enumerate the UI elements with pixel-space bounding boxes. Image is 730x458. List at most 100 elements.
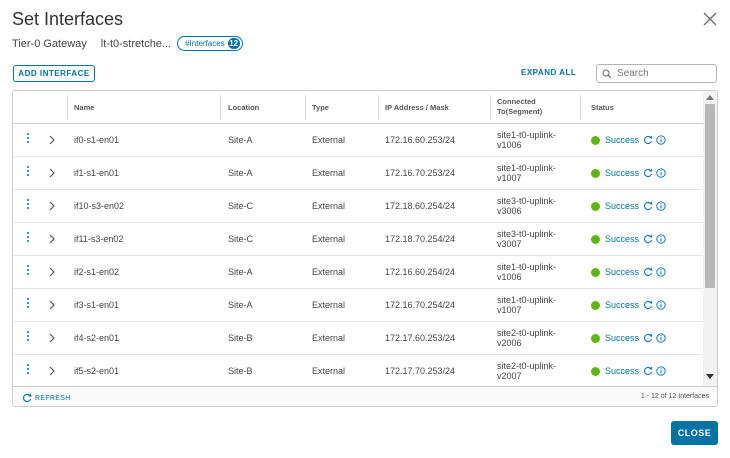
- cell-location: Site-C: [228, 234, 254, 244]
- column-header-name[interactable]: Name: [74, 91, 94, 123]
- close-button[interactable]: CLOSE: [671, 421, 718, 445]
- refresh-button[interactable]: REFRESH: [22, 393, 71, 403]
- row-actions-kebab-icon[interactable]: [25, 364, 31, 378]
- table-row: if0-s1-en01 Site-A External 172.16.60.25…: [13, 124, 703, 157]
- row-actions-kebab-icon[interactable]: [25, 133, 31, 147]
- refresh-status-icon[interactable]: [643, 135, 653, 145]
- expand-all-link[interactable]: EXPAND ALL: [521, 68, 576, 77]
- scroll-up-arrow-icon[interactable]: [706, 94, 714, 100]
- grid-body: if0-s1-en01 Site-A External 172.16.60.25…: [13, 124, 703, 386]
- refresh-status-icon[interactable]: [643, 267, 653, 277]
- info-icon[interactable]: [656, 234, 666, 244]
- cell-status: Success: [591, 289, 669, 321]
- search-icon: [602, 69, 612, 78]
- expand-row-chevron-icon[interactable]: [48, 299, 56, 311]
- refresh-label: REFRESH: [35, 394, 71, 402]
- cell-type: External: [312, 234, 346, 244]
- column-header-status[interactable]: Status: [591, 91, 614, 123]
- column-separator: [67, 95, 68, 120]
- row-actions-kebab-icon[interactable]: [25, 166, 31, 180]
- refresh-status-icon[interactable]: [643, 366, 653, 376]
- status-link[interactable]: Success: [605, 135, 639, 145]
- cell-ip: 172.16.60.254/24: [385, 267, 456, 277]
- gateway-info: Tier-0 Gateway lt-t0-stretche... #Interf…: [12, 36, 243, 51]
- info-icon[interactable]: [656, 300, 666, 310]
- cell-name: if2-s1-en02: [74, 267, 120, 277]
- refresh-status-icon[interactable]: [643, 333, 653, 343]
- info-icon[interactable]: [656, 267, 666, 277]
- close-icon[interactable]: [701, 10, 719, 28]
- expand-row-chevron-icon[interactable]: [48, 365, 56, 377]
- scroll-down-arrow-icon[interactable]: [706, 374, 714, 380]
- row-actions-kebab-icon[interactable]: [25, 331, 31, 345]
- cell-location: Site-C: [228, 201, 254, 211]
- search-box[interactable]: [596, 64, 717, 83]
- scrollbar-thumb[interactable]: [705, 104, 715, 288]
- grid-scrollbar[interactable]: [703, 91, 717, 386]
- cell-segment: site3-t0-uplink-v3006: [497, 196, 557, 216]
- success-status-dot-icon: [591, 135, 600, 145]
- expand-row-chevron-icon[interactable]: [48, 332, 56, 344]
- refresh-status-icon[interactable]: [643, 168, 653, 178]
- row-actions-kebab-icon[interactable]: [25, 199, 31, 213]
- info-icon[interactable]: [656, 201, 666, 211]
- cell-status: Success: [591, 157, 669, 189]
- info-icon[interactable]: [656, 135, 666, 145]
- table-row: if2-s1-en02 Site-A External 172.16.60.25…: [13, 256, 703, 289]
- expand-row-chevron-icon[interactable]: [48, 167, 56, 179]
- column-header-segment[interactable]: Connected To(Segment): [497, 91, 567, 123]
- refresh-status-icon[interactable]: [643, 201, 653, 211]
- pill-count-badge: 12: [227, 38, 240, 49]
- status-link[interactable]: Success: [605, 267, 639, 277]
- interfaces-grid: Name Location Type IP Address / Mask Con…: [12, 90, 718, 407]
- refresh-status-icon[interactable]: [643, 300, 653, 310]
- cell-name: if3-s1-en01: [74, 300, 120, 310]
- status-link[interactable]: Success: [605, 366, 639, 376]
- column-separator: [378, 95, 379, 120]
- gateway-name: lt-t0-stretche...: [100, 37, 172, 50]
- cell-location: Site-B: [228, 333, 253, 343]
- status-link[interactable]: Success: [605, 234, 639, 244]
- cell-type: External: [312, 168, 346, 178]
- cell-status: Success: [591, 322, 669, 354]
- column-header-type[interactable]: Type: [312, 91, 329, 123]
- add-interface-button[interactable]: ADD INTERFACE: [13, 65, 95, 82]
- cell-segment: site1-t0-uplink-v1006: [497, 130, 557, 150]
- expand-row-chevron-icon[interactable]: [48, 266, 56, 278]
- cell-location: Site-A: [228, 267, 253, 277]
- info-icon[interactable]: [656, 366, 666, 376]
- expand-row-chevron-icon[interactable]: [48, 200, 56, 212]
- grid-header: Name Location Type IP Address / Mask Con…: [13, 91, 703, 124]
- row-actions-kebab-icon[interactable]: [25, 265, 31, 279]
- status-link[interactable]: Success: [605, 300, 639, 310]
- success-status-dot-icon: [591, 300, 600, 310]
- status-link[interactable]: Success: [605, 168, 639, 178]
- column-header-location[interactable]: Location: [228, 91, 259, 123]
- interfaces-count-pill: #Interfaces 12: [177, 36, 243, 51]
- info-icon[interactable]: [656, 333, 666, 343]
- row-actions-kebab-icon[interactable]: [25, 232, 31, 246]
- column-header-ip[interactable]: IP Address / Mask: [385, 91, 449, 123]
- status-link[interactable]: Success: [605, 201, 639, 211]
- refresh-status-icon[interactable]: [643, 234, 653, 244]
- row-actions-kebab-icon[interactable]: [25, 298, 31, 312]
- cell-ip: 172.18.60.254/24: [385, 201, 456, 211]
- status-link[interactable]: Success: [605, 333, 639, 343]
- cell-type: External: [312, 300, 346, 310]
- success-status-dot-icon: [591, 168, 600, 178]
- cell-status: Success: [591, 256, 669, 288]
- expand-row-chevron-icon[interactable]: [48, 134, 56, 146]
- expand-row-chevron-icon[interactable]: [48, 233, 56, 245]
- cell-name: if4-s2-en01: [74, 333, 120, 343]
- column-separator: [580, 95, 581, 120]
- search-input[interactable]: [617, 68, 712, 79]
- info-icon[interactable]: [656, 168, 666, 178]
- success-status-dot-icon: [591, 333, 600, 343]
- cell-type: External: [312, 333, 346, 343]
- cell-type: External: [312, 267, 346, 277]
- cell-status: Success: [591, 190, 669, 222]
- table-row: if1-s1-en01 Site-A External 172.16.70.25…: [13, 157, 703, 190]
- cell-segment: site1-t0-uplink-v1007: [497, 163, 557, 183]
- cell-name: if0-s1-en01: [74, 135, 120, 145]
- cell-location: Site-A: [228, 135, 253, 145]
